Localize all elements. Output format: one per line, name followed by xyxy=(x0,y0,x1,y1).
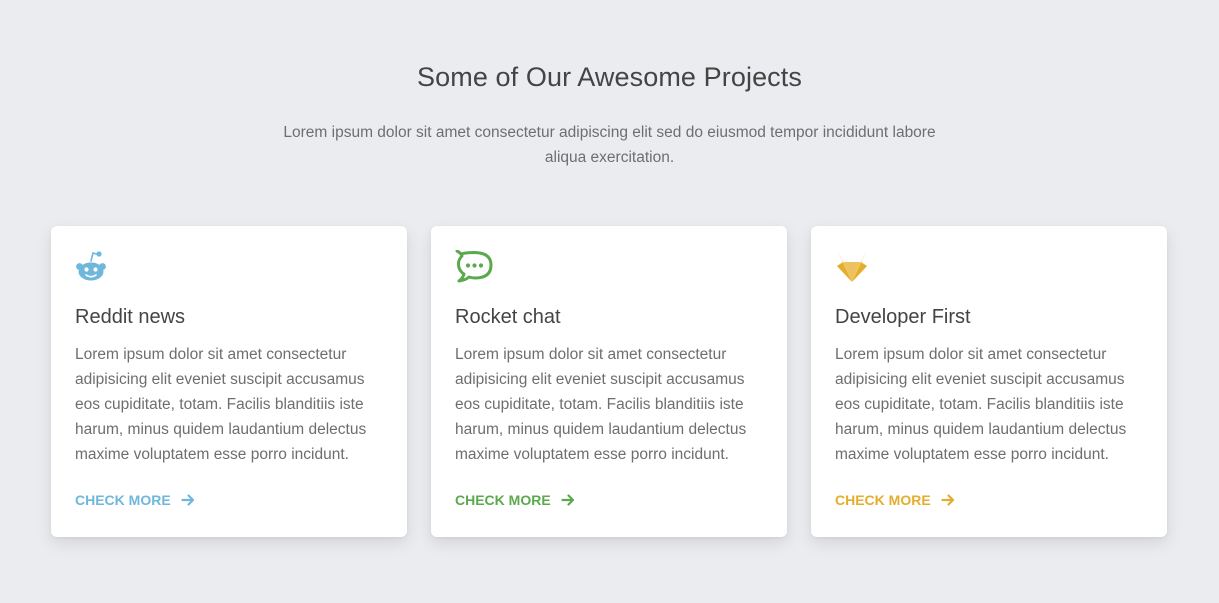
card-title: Developer First xyxy=(835,306,971,328)
project-card-rocket-chat: Rocket chat Lorem ipsum dolor sit amet c… xyxy=(431,226,787,537)
check-more-link[interactable]: CHECK MORE xyxy=(455,492,575,508)
project-card-developer-first: Developer First Lorem ipsum dolor sit am… xyxy=(811,226,1167,537)
check-more-link[interactable]: CHECK MORE xyxy=(835,492,955,508)
check-more-label: CHECK MORE xyxy=(455,492,551,508)
rocket-chat-icon xyxy=(455,250,493,284)
project-cards: Reddit news Lorem ipsum dolor sit amet c… xyxy=(51,226,1167,537)
check-more-label: CHECK MORE xyxy=(75,492,171,508)
card-description: Lorem ipsum dolor sit amet consectetur a… xyxy=(835,346,1127,463)
card-title: Reddit news xyxy=(75,306,186,328)
card-description: Lorem ipsum dolor sit amet consectetur a… xyxy=(75,346,367,463)
card-description: Lorem ipsum dolor sit amet consectetur a… xyxy=(455,346,747,463)
projects-section: Some of Our Awesome Projects Lorem ipsum… xyxy=(0,0,1219,603)
section-subtitle: Lorem ipsum dolor sit amet consectetur a… xyxy=(283,124,936,166)
gitlab-icon xyxy=(835,250,871,284)
section-title: Some of Our Awesome Projects xyxy=(417,62,802,92)
arrow-right-icon xyxy=(941,494,954,506)
check-more-link[interactable]: CHECK MORE xyxy=(75,492,195,508)
card-title: Rocket chat xyxy=(455,306,561,328)
arrow-right-icon xyxy=(181,494,194,506)
project-card-reddit: Reddit news Lorem ipsum dolor sit amet c… xyxy=(51,226,407,537)
reddit-icon xyxy=(75,250,111,284)
check-more-label: CHECK MORE xyxy=(835,492,931,508)
arrow-right-icon xyxy=(561,494,574,506)
